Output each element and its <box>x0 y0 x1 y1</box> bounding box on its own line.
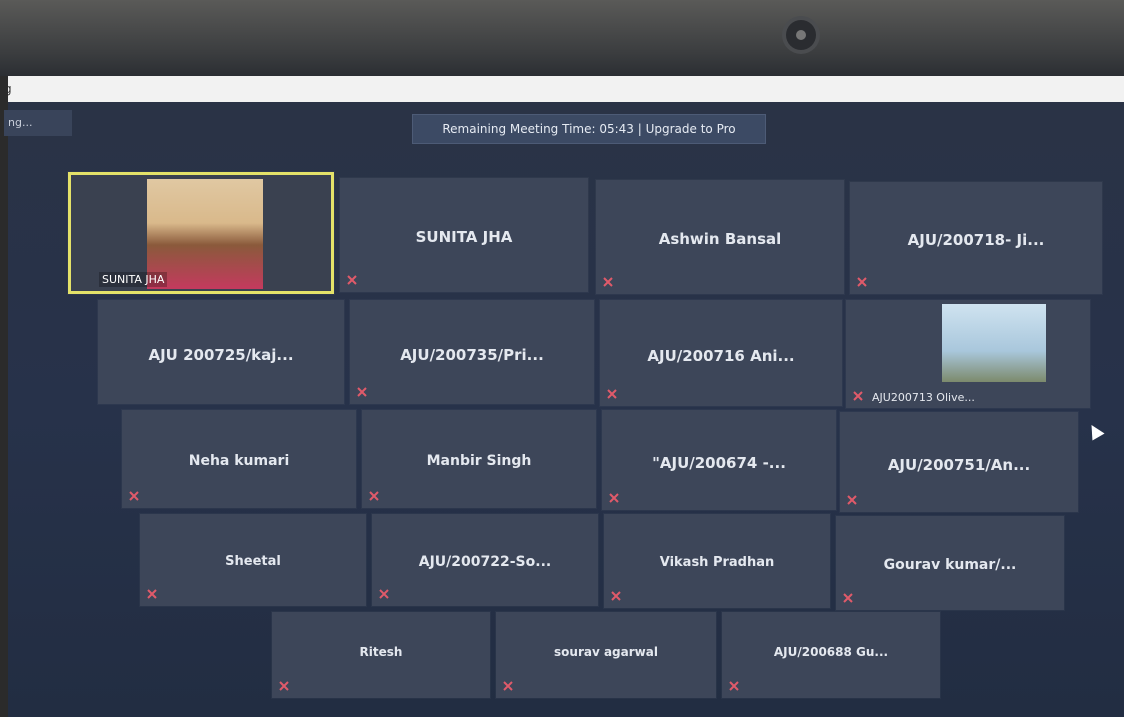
participant-name: AJU200713 Olive... <box>872 391 975 404</box>
participant-tile[interactable]: sourav agarwal <box>496 612 716 698</box>
participant-tile[interactable]: AJU/200688 Gu... <box>722 612 940 698</box>
participant-name: SUNITA JHA <box>415 228 513 247</box>
participant-name: AJU/200735/Pri... <box>400 345 544 364</box>
muted-mic-icon <box>857 277 867 287</box>
participant-name: Gourav kumar/... <box>883 557 1017 574</box>
muted-mic-icon <box>853 391 863 401</box>
participant-tile[interactable]: Ashwin Bansal <box>596 180 844 294</box>
muted-mic-icon <box>379 589 389 599</box>
participant-name: Neha kumari <box>188 453 290 470</box>
participant-name: SUNITA JHA <box>99 272 168 287</box>
participant-name: sourav agarwal <box>554 644 658 659</box>
participant-name: AJU/200688 Gu... <box>773 644 889 659</box>
participant-name: Manbir Singh <box>426 453 532 470</box>
participant-tile[interactable]: AJU200713 Olive... <box>846 300 1090 408</box>
participant-name: AJU 200725/kaj... <box>148 345 294 364</box>
muted-mic-icon <box>729 681 739 691</box>
muted-mic-icon <box>603 277 613 287</box>
participant-tile[interactable]: AJU/200751/An... <box>840 412 1078 512</box>
laptop-bezel <box>0 0 1124 76</box>
recording-status: ng... <box>4 110 72 136</box>
muted-mic-icon <box>129 491 139 501</box>
participant-name: AJU/200751/An... <box>887 456 1031 474</box>
participant-tile[interactable]: SUNITA JHA <box>340 178 588 292</box>
participant-name: AJU/200718- Ji... <box>907 231 1045 250</box>
participant-name: Sheetal <box>225 554 281 570</box>
muted-mic-icon <box>279 681 289 691</box>
participant-tile[interactable]: Ritesh <box>272 612 490 698</box>
participant-tile[interactable]: AJU 200725/kaj... <box>98 300 344 404</box>
muted-mic-icon <box>147 589 157 599</box>
muted-mic-icon <box>369 491 379 501</box>
participant-name: "AJU/200674 -... <box>652 454 786 472</box>
participant-name: Ashwin Bansal <box>658 230 782 249</box>
participant-name: AJU/200716 Ani... <box>647 346 795 365</box>
participant-tile[interactable]: Vikash Pradhan <box>604 514 830 608</box>
window-titlebar: g <box>0 76 1124 102</box>
participant-tile[interactable]: AJU/200718- Ji... <box>850 182 1102 294</box>
muted-mic-icon <box>611 591 621 601</box>
muted-mic-icon <box>607 389 617 399</box>
participant-name: Ritesh <box>359 644 403 659</box>
meeting-time-banner[interactable]: Remaining Meeting Time: 05:43 | Upgrade … <box>412 114 766 144</box>
muted-mic-icon <box>847 495 857 505</box>
muted-mic-icon <box>347 275 357 285</box>
participant-name: AJU/200722-So... <box>418 554 552 571</box>
muted-mic-icon <box>503 681 513 691</box>
participant-tile[interactable]: AJU/200735/Pri... <box>350 300 594 404</box>
muted-mic-icon <box>843 593 853 603</box>
participant-tile[interactable]: Manbir Singh <box>362 410 596 508</box>
participant-name: Vikash Pradhan <box>659 555 775 571</box>
participant-tile[interactable]: Neha kumari <box>122 410 356 508</box>
participant-tile-video[interactable]: SUNITA JHA <box>68 172 334 294</box>
muted-mic-icon <box>357 387 367 397</box>
participant-tile[interactable]: AJU/200722-So... <box>372 514 598 606</box>
profile-picture <box>942 304 1046 382</box>
participant-tile[interactable]: AJU/200716 Ani... <box>600 300 842 406</box>
participant-tile[interactable]: Sheetal <box>140 514 366 606</box>
participant-tile[interactable]: Gourav kumar/... <box>836 516 1064 610</box>
screen-edge <box>0 76 8 717</box>
webcam-icon <box>786 20 816 50</box>
participant-tile[interactable]: "AJU/200674 -... <box>602 410 836 510</box>
muted-mic-icon <box>609 493 619 503</box>
